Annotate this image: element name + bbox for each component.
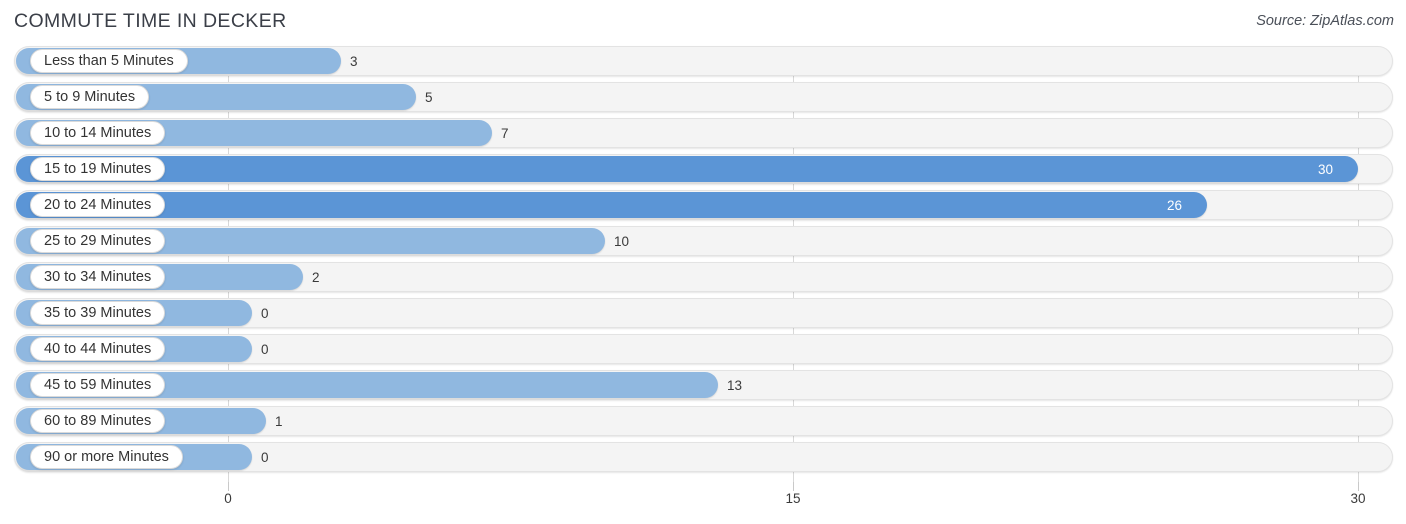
bar-rows: Less than 5 Minutes 3 5 to 9 Minutes 5 10 to… (0, 46, 1406, 478)
bar-row: 15 to 19 Minutes 30 (0, 154, 1406, 184)
bar-row: 90 or more Minutes 0 (0, 442, 1406, 472)
bar-value-label: 1 (275, 413, 283, 429)
bar-value-label: 10 (614, 233, 630, 249)
bar-label-text: 5 to 9 Minutes (44, 88, 136, 105)
source-attribution: Source: ZipAtlas.com (1256, 13, 1394, 29)
bar-label-text: 60 to 89 Minutes (44, 412, 152, 429)
axis-tick-label: 15 (785, 491, 801, 506)
axis-tick-mark (793, 482, 794, 491)
bar-label-capsule: 25 to 29 Minutes (30, 229, 166, 253)
bar-label-capsule: 40 to 44 Minutes (30, 337, 166, 361)
bar-label-capsule: 60 to 89 Minutes (30, 409, 166, 433)
bar-label-capsule: 45 to 59 Minutes (30, 373, 166, 397)
bar-fill[interactable] (16, 156, 1358, 182)
bar-value-label: 3 (350, 53, 358, 69)
bar-value-label: 5 (425, 89, 433, 105)
page-title: COMMUTE TIME IN DECKER (14, 10, 287, 32)
axis-tick-mark (1358, 482, 1359, 491)
bar-row: 45 to 59 Minutes 13 (0, 370, 1406, 400)
bar-row: 5 to 9 Minutes 5 (0, 82, 1406, 112)
bar-label-capsule: 5 to 9 Minutes (30, 85, 150, 109)
bar-label-capsule: 35 to 39 Minutes (30, 301, 166, 325)
bar-label-text: 40 to 44 Minutes (44, 340, 152, 357)
axis-tick-label: 0 (224, 491, 232, 506)
bar-value-label: 0 (261, 449, 269, 465)
bar-label-text: 15 to 19 Minutes (44, 160, 152, 177)
bar-row: 30 to 34 Minutes 2 (0, 262, 1406, 292)
bar-row: 10 to 14 Minutes 7 (0, 118, 1406, 148)
bar-label-text: 90 or more Minutes (44, 448, 169, 465)
axis-tick-mark (228, 482, 229, 491)
bar-label-text: 30 to 34 Minutes (44, 268, 152, 285)
bar-label-text: 10 to 14 Minutes (44, 124, 152, 141)
bar-label-capsule: 15 to 19 Minutes (30, 157, 166, 181)
bar-value-label: 13 (727, 377, 743, 393)
bar-row: 60 to 89 Minutes 1 (0, 406, 1406, 436)
bar-row: 25 to 29 Minutes 10 (0, 226, 1406, 256)
plot-area: Less than 5 Minutes 3 5 to 9 Minutes 5 10 to… (0, 46, 1406, 486)
bar-label-capsule: Less than 5 Minutes (30, 49, 188, 73)
bar-label-text: 35 to 39 Minutes (44, 304, 152, 321)
bar-label-capsule: 90 or more Minutes (30, 445, 183, 469)
bar-row: 35 to 39 Minutes 0 (0, 298, 1406, 328)
bar-label-text: 20 to 24 Minutes (44, 196, 152, 213)
bar-value-label: 0 (261, 305, 269, 321)
bar-row: 20 to 24 Minutes 26 (0, 190, 1406, 220)
bar-fill[interactable] (16, 192, 1207, 218)
bar-label-text: Less than 5 Minutes (44, 52, 174, 69)
bar-row: Less than 5 Minutes 3 (0, 46, 1406, 76)
bar-label-text: 25 to 29 Minutes (44, 232, 152, 249)
bar-value-label: 30 (1318, 161, 1334, 177)
bar-row: 40 to 44 Minutes 0 (0, 334, 1406, 364)
bar-value-label: 0 (261, 341, 269, 357)
bar-label-capsule: 30 to 34 Minutes (30, 265, 166, 289)
bar-label-capsule: 20 to 24 Minutes (30, 193, 166, 217)
bar-label-capsule: 10 to 14 Minutes (30, 121, 166, 145)
bar-value-label: 26 (1167, 197, 1183, 213)
bar-label-text: 45 to 59 Minutes (44, 376, 152, 393)
x-axis: 0 15 30 (0, 482, 1406, 524)
axis-tick-label: 30 (1350, 491, 1366, 506)
chart-header: COMMUTE TIME IN DECKER Source: ZipAtlas.… (0, 0, 1406, 46)
bar-value-label: 2 (312, 269, 320, 285)
bar-value-label: 7 (501, 125, 509, 141)
